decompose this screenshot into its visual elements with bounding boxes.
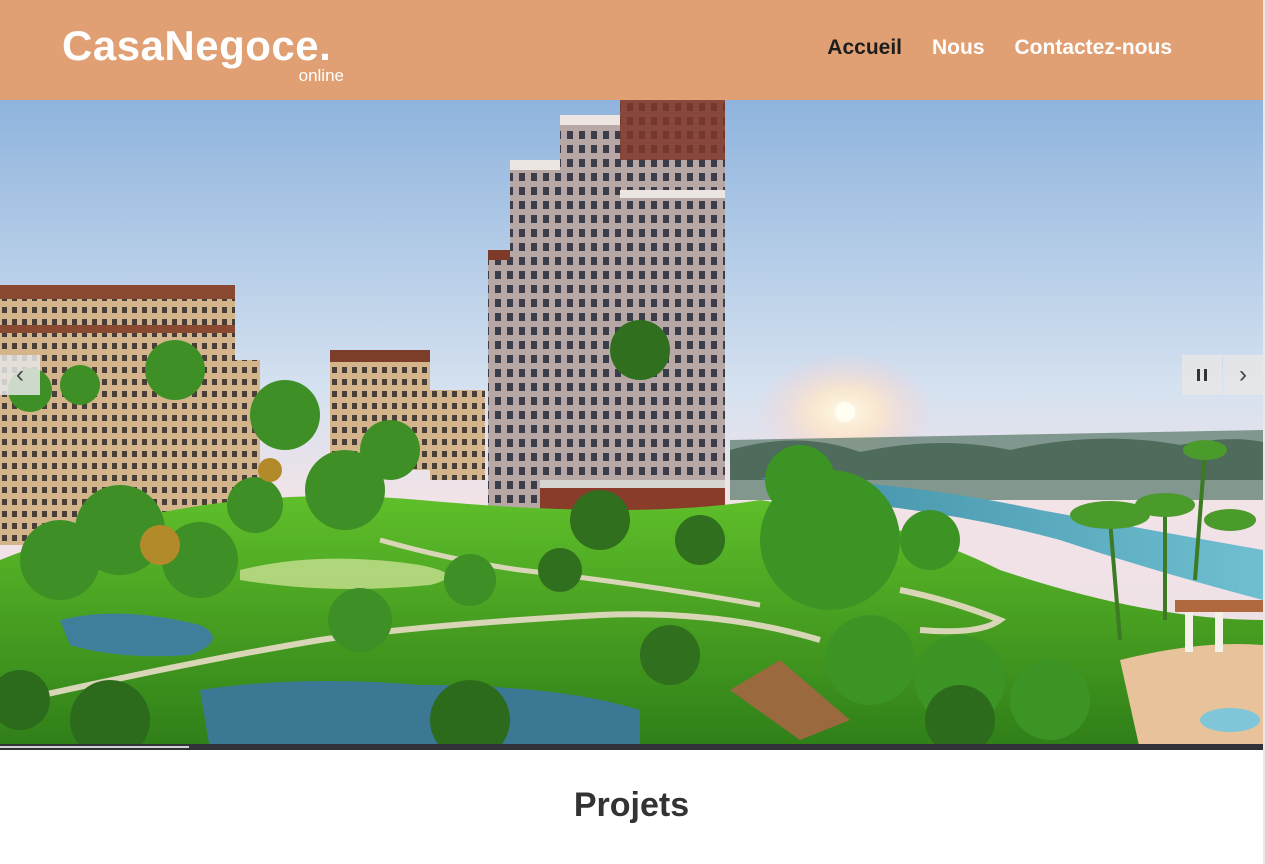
logo-subtitle: online	[298, 66, 344, 85]
hero-image	[0, 100, 1263, 750]
main-nav: Accueil Nous Contactez-nous	[827, 34, 1172, 62]
nav-item-accueil[interactable]: Accueil	[827, 34, 902, 62]
chevron-right-icon: ›	[1239, 361, 1247, 388]
nav-item-contactez-nous[interactable]: Contactez-nous	[1015, 34, 1173, 62]
logo-title: CasaNegoce.	[62, 22, 332, 69]
slider-next-button[interactable]: ›	[1223, 355, 1263, 395]
chevron-left-icon: ‹	[16, 361, 24, 388]
site-header: CasaNegoce. online Accueil Nous Contacte…	[0, 0, 1265, 100]
pause-icon	[1197, 369, 1207, 381]
slider-pause-button[interactable]	[1182, 355, 1222, 395]
section-title: Projets	[573, 786, 690, 824]
slider-prev-button[interactable]: ‹	[0, 355, 40, 395]
site-logo[interactable]: CasaNegoce. online	[62, 22, 352, 88]
hero-slider: ‹ ›	[0, 100, 1263, 750]
nav-item-nous[interactable]: Nous	[932, 34, 985, 62]
slider-progress-track	[0, 744, 1263, 750]
slider-progress-bar	[0, 746, 190, 748]
